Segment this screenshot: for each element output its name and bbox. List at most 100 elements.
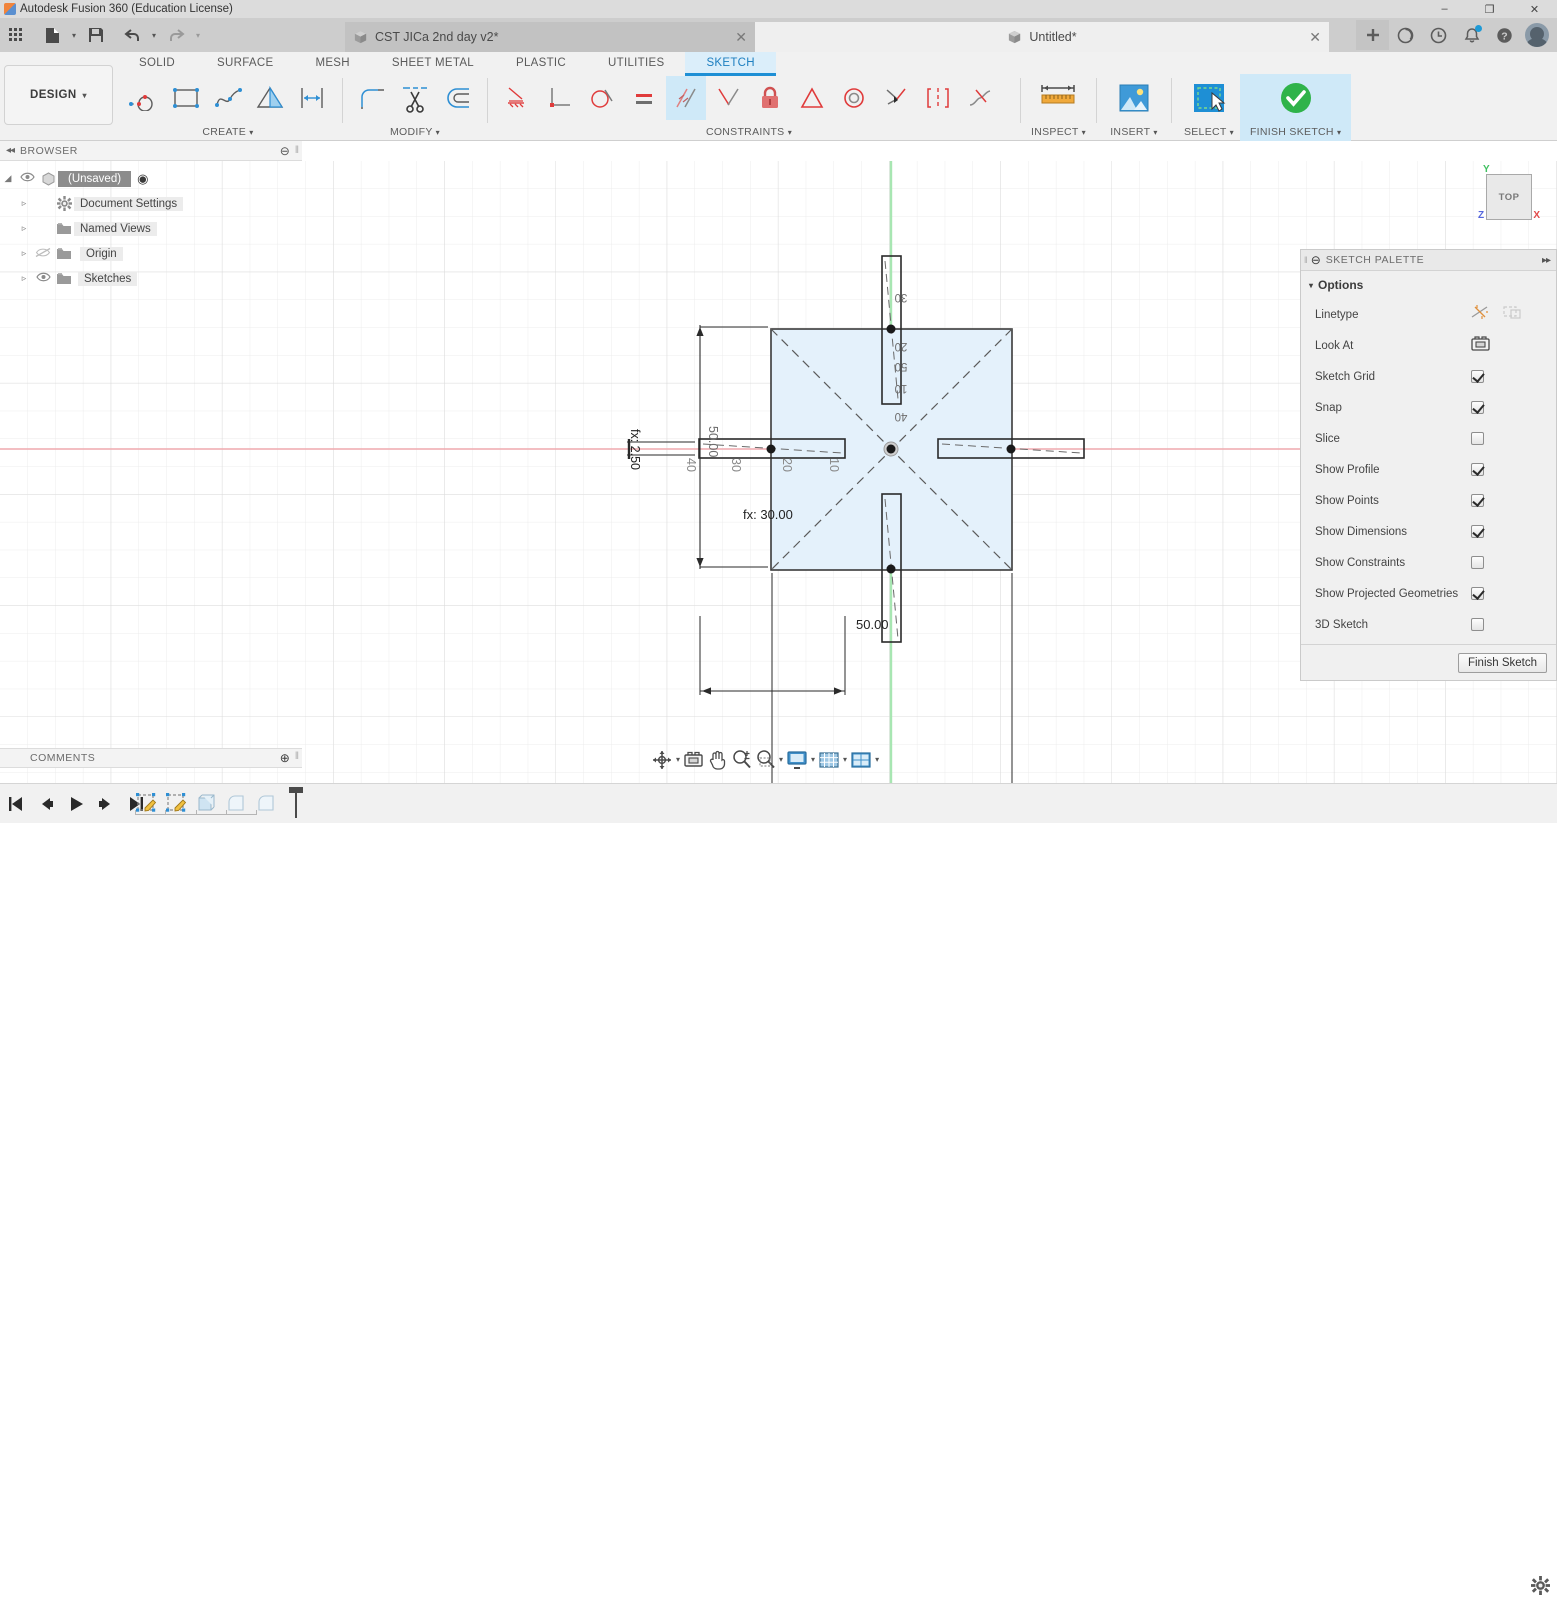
width-dimension-label[interactable]: 50.00 [856, 617, 889, 632]
select-window-icon[interactable] [1182, 68, 1236, 128]
palette-expand-icon[interactable]: ▸▸ [1542, 255, 1551, 266]
document-tab-1[interactable]: CST JICa 2nd day v2* ✕ [345, 22, 755, 52]
zoom-window-icon[interactable] [754, 747, 777, 772]
orbit-caret-icon[interactable]: ▾ [675, 747, 681, 772]
avatar[interactable] [1525, 23, 1549, 47]
chevron-down-icon[interactable]: ▾ [436, 128, 440, 137]
viewports-caret-icon[interactable]: ▾ [874, 747, 880, 772]
tree-item-named-views[interactable]: ▹ Named Views [0, 216, 302, 241]
clock-icon[interactable] [1422, 20, 1455, 50]
undo-caret-icon[interactable]: ▾ [147, 21, 161, 49]
new-tab-button[interactable] [1356, 20, 1389, 50]
expand-arrow-icon[interactable]: ▹ [16, 223, 32, 234]
minimize-button[interactable]: – [1422, 0, 1467, 18]
timeline-marker-icon[interactable] [283, 787, 309, 818]
checkbox-show-profile[interactable] [1471, 463, 1484, 476]
ribbon-tab-mesh[interactable]: MESH [294, 52, 370, 74]
finish-sketch-button[interactable]: Finish Sketch [1457, 652, 1547, 673]
document-tab-2[interactable]: Untitled* ✕ [755, 22, 1329, 52]
arc-icon[interactable] [124, 76, 164, 120]
grid-apps-icon[interactable] [3, 21, 29, 49]
new-file-icon[interactable] [39, 21, 65, 49]
ribbon-tab-sketch[interactable]: SKETCH [685, 52, 776, 76]
add-comment-icon[interactable]: ⊕ [280, 751, 290, 765]
workspace-switcher-button[interactable]: DESIGN ▾ [4, 65, 113, 125]
dimension-icon[interactable] [292, 76, 332, 120]
checkbox-sketch-grid[interactable] [1471, 370, 1484, 383]
expand-arrow-icon[interactable]: ▹ [16, 248, 32, 259]
slot-length-dimension-label[interactable]: fx: 30.00 [743, 507, 793, 522]
curvature-icon[interactable] [960, 76, 1000, 120]
slot-width-dimension-label[interactable]: fx: 2.50 [628, 429, 642, 470]
visibility-eye-icon[interactable] [16, 172, 38, 185]
tangent-icon[interactable] [582, 76, 622, 120]
construction-line-icon[interactable] [1471, 304, 1489, 325]
bell-icon[interactable] [1455, 20, 1488, 50]
grid-snaps-caret-icon[interactable]: ▾ [842, 747, 848, 772]
collapse-panel-icon[interactable]: ◂◂ [0, 145, 20, 156]
collinear-icon[interactable] [876, 76, 916, 120]
ribbon-panel-finish-sketch[interactable]: FINISH SKETCH ▾ [1239, 74, 1352, 141]
ribbon-tab-surface[interactable]: SURFACE [196, 52, 294, 74]
timeline-item-sketch-2[interactable] [163, 790, 189, 816]
insert-image-icon[interactable] [1107, 68, 1161, 128]
view-cube[interactable]: TOP Y X Z [1478, 164, 1540, 228]
document-tab-1-close-icon[interactable]: ✕ [735, 30, 747, 44]
expand-arrow-icon[interactable]: ◢ [0, 173, 16, 184]
orbit-icon[interactable] [650, 747, 674, 772]
parallel-icon[interactable] [666, 76, 706, 120]
centerline-icon[interactable] [1503, 304, 1521, 325]
ribbon-tab-sheet-metal[interactable]: SHEET METAL [371, 52, 495, 74]
zoom-window-caret-icon[interactable]: ▾ [778, 747, 784, 772]
visibility-hidden-eye-icon[interactable] [32, 247, 54, 261]
ribbon-tab-utilities[interactable]: UTILITIES [587, 52, 685, 74]
document-tab-2-close-icon[interactable]: ✕ [1309, 30, 1321, 44]
step-back-icon[interactable] [32, 789, 59, 819]
pan-hand-icon[interactable] [706, 747, 729, 772]
chevron-down-icon[interactable]: ▾ [1082, 128, 1086, 137]
rectangle-icon[interactable] [166, 76, 206, 120]
tree-item-origin[interactable]: ▹ Origin [0, 241, 302, 266]
ribbon-tab-solid[interactable]: SOLID [118, 52, 196, 74]
new-file-caret-icon[interactable]: ▾ [67, 21, 81, 49]
checkbox-3d-sketch[interactable] [1471, 618, 1484, 631]
fix-lock-icon[interactable] [750, 76, 790, 120]
browser-grip-icon[interactable]: ‖ [295, 145, 299, 156]
step-forward-icon[interactable] [92, 789, 119, 819]
view-cube-top-face[interactable]: TOP [1486, 174, 1532, 220]
save-icon[interactable] [83, 21, 109, 49]
fillet-icon[interactable] [353, 76, 393, 120]
offset-icon[interactable] [437, 76, 477, 120]
job-status-icon[interactable] [1389, 20, 1422, 50]
tree-item-document-settings[interactable]: ▹ Document Settings [0, 191, 302, 216]
checkbox-show-dimensions[interactable] [1471, 525, 1484, 538]
checkbox-show-points[interactable] [1471, 494, 1484, 507]
grid-snaps-icon[interactable] [817, 747, 841, 772]
palette-grip-icon[interactable]: ‖ [1301, 255, 1311, 265]
tree-item-unsaved[interactable]: ◢ (Unsaved) ◉ [0, 166, 302, 191]
spline-icon[interactable] [208, 76, 248, 120]
expand-arrow-icon[interactable]: ▹ [16, 273, 32, 284]
play-icon[interactable] [62, 789, 89, 819]
measure-ruler-icon[interactable] [1031, 68, 1085, 128]
trim-scissors-icon[interactable] [395, 76, 435, 120]
ribbon-tab-plastic[interactable]: PLASTIC [495, 52, 587, 74]
chevron-down-icon[interactable]: ▾ [1230, 128, 1234, 137]
green-check-icon[interactable] [1269, 68, 1323, 128]
height-dimension-label[interactable]: 50.00 [706, 426, 720, 457]
midpoint-icon[interactable] [792, 76, 832, 120]
display-settings-caret-icon[interactable]: ▾ [810, 747, 816, 772]
palette-section-options[interactable]: ▾ Options [1301, 271, 1556, 299]
checkbox-show-projected-geometries[interactable] [1471, 587, 1484, 600]
chevron-down-icon[interactable]: ▾ [1153, 128, 1157, 137]
tree-item-sketches[interactable]: ▹ Sketches [0, 266, 302, 291]
perpendicular-icon[interactable] [540, 76, 580, 120]
chevron-down-icon[interactable]: ▾ [788, 128, 792, 137]
comments-grip-icon[interactable]: ‖ [295, 751, 299, 765]
concentric-icon[interactable] [834, 76, 874, 120]
expand-arrow-icon[interactable]: ▹ [16, 198, 32, 209]
checkbox-show-constraints[interactable] [1471, 556, 1484, 569]
display-settings-icon[interactable] [785, 747, 809, 772]
redo-icon[interactable] [163, 21, 189, 49]
chevron-down-icon[interactable]: ▾ [249, 128, 253, 137]
